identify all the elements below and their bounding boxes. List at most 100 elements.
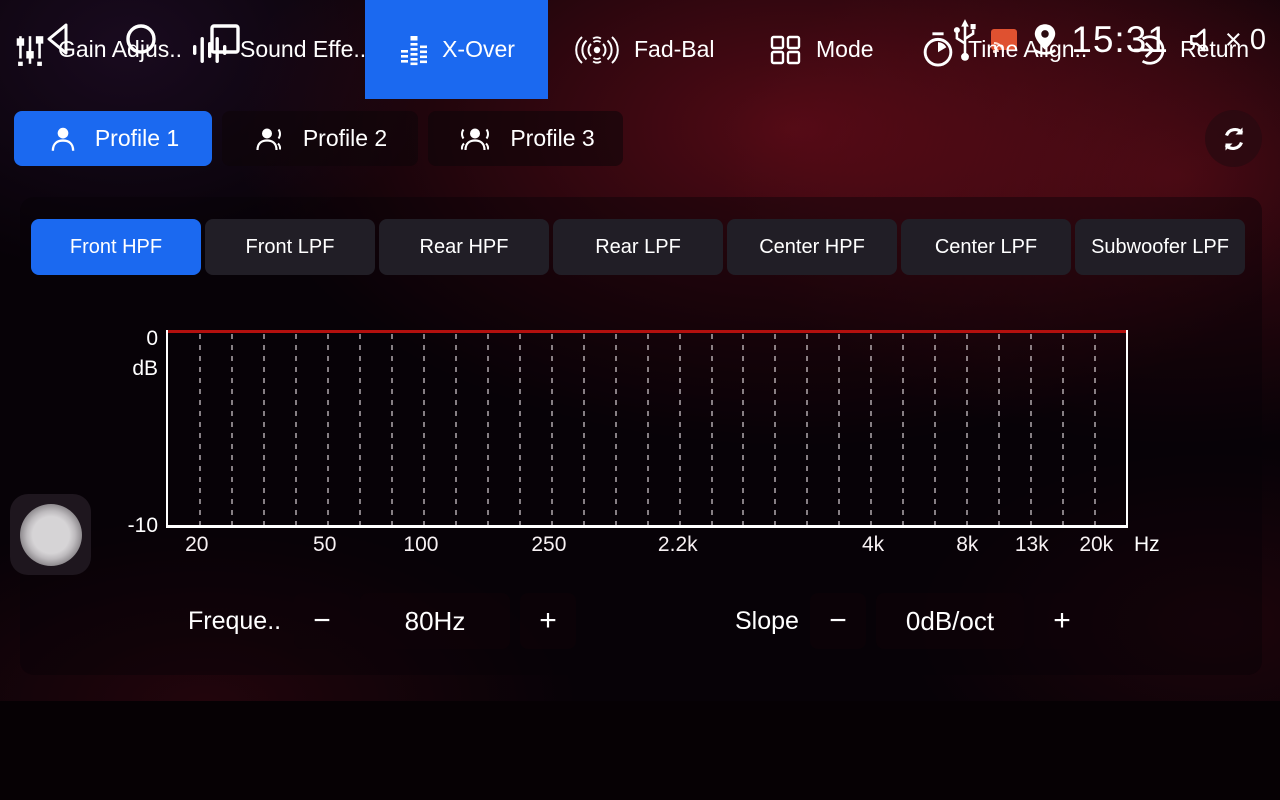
filter-tab-center-hpf[interactable]: Center HPF	[727, 219, 897, 275]
nav-label: Time Align..	[968, 36, 1087, 63]
gridline	[551, 334, 553, 525]
gridline	[679, 334, 681, 525]
gridline	[870, 334, 872, 525]
x-tick-label: 50	[313, 533, 336, 557]
filter-tab-rear-lpf[interactable]: Rear LPF	[553, 219, 723, 275]
gridline	[838, 334, 840, 525]
gridline	[966, 334, 968, 525]
x-axis-labels: 20 50 100 250 2.2k 4k 8k 13k 20k	[166, 533, 1128, 559]
gridline	[391, 334, 393, 525]
x-tick-label: 100	[403, 533, 438, 557]
slope-label: Slope	[735, 593, 799, 649]
y-axis-max-label: 0	[112, 327, 158, 351]
filter-tab-label: Front HPF	[70, 236, 162, 259]
plot-area	[166, 330, 1128, 528]
gridline	[934, 334, 936, 525]
nav-label: Sound Effe..	[240, 36, 366, 63]
gridline	[711, 334, 713, 525]
gridline	[423, 334, 425, 525]
profile-tab-label: Profile 1	[95, 125, 179, 152]
nav-fad-bal[interactable]: Fad-Bal	[572, 0, 715, 99]
response-curve	[168, 330, 1126, 333]
fader-balance-icon	[572, 32, 622, 68]
return-icon	[1132, 32, 1168, 68]
gridline	[742, 334, 744, 525]
x-tick-label: 20	[185, 533, 208, 557]
nav-label: Return	[1180, 36, 1249, 63]
filter-tab-front-hpf[interactable]: Front HPF	[31, 219, 201, 275]
filter-tab-label: Rear HPF	[420, 236, 509, 259]
mode-grid-icon	[768, 32, 804, 68]
x-tick-label: 20k	[1079, 533, 1113, 557]
sync-icon	[1217, 122, 1251, 156]
nav-xover[interactable]: X-Over	[365, 0, 548, 99]
frequency-value: 80Hz	[360, 593, 510, 649]
gridline	[519, 334, 521, 525]
x-tick-label: 4k	[862, 533, 884, 557]
nav-sound-effect[interactable]: Sound Effe..	[192, 0, 366, 99]
frequency-minus-button[interactable]: −	[294, 593, 350, 649]
y-axis-unit-label: dB	[112, 357, 158, 381]
gridline	[806, 334, 808, 525]
gridline	[455, 334, 457, 525]
x-axis-unit-label: Hz	[1134, 533, 1160, 557]
nav-label: X-Over	[442, 36, 515, 63]
x-tick-label: 250	[531, 533, 566, 557]
gain-sliders-icon	[14, 33, 46, 67]
filter-tab-label: Center HPF	[759, 236, 865, 259]
profile-tab-3[interactable]: Profile 3	[428, 111, 623, 166]
gridline	[615, 334, 617, 525]
gridline	[583, 334, 585, 525]
filter-tab-label: Front LPF	[246, 236, 335, 259]
nav-gain-adjust[interactable]: Gain Adjus..	[14, 0, 182, 99]
floating-knob-widget[interactable]	[10, 494, 91, 575]
filter-tab-label: Center LPF	[935, 236, 1037, 259]
nav-label: Mode	[816, 36, 874, 63]
gridline	[327, 334, 329, 525]
filter-tab-label: Subwoofer LPF	[1091, 236, 1229, 259]
frequency-label: Freque..	[188, 593, 281, 649]
gridline	[1062, 334, 1064, 525]
gridline	[647, 334, 649, 525]
gridline	[487, 334, 489, 525]
filter-tab-front-lpf[interactable]: Front LPF	[205, 219, 375, 275]
gridline	[998, 334, 1000, 525]
gridline	[902, 334, 904, 525]
frequency-plus-button[interactable]: +	[520, 593, 576, 649]
nav-return[interactable]: Return	[1132, 0, 1249, 99]
filter-tab-label: Rear LPF	[595, 236, 681, 259]
filter-tab-center-lpf[interactable]: Center LPF	[901, 219, 1071, 275]
nav-label: Gain Adjus..	[58, 36, 182, 63]
profile-tab-label: Profile 2	[303, 125, 387, 152]
filter-tab-rear-hpf[interactable]: Rear HPF	[379, 219, 549, 275]
nav-label: Fad-Bal	[634, 36, 715, 63]
profile-tab-2[interactable]: Profile 2	[222, 111, 418, 166]
y-axis-min-label: -10	[112, 514, 158, 538]
gridline	[263, 334, 265, 525]
gridline	[199, 334, 201, 525]
stopwatch-icon	[920, 31, 956, 69]
nav-mode[interactable]: Mode	[768, 0, 874, 99]
gridline	[1030, 334, 1032, 525]
user-2-icon	[253, 123, 287, 155]
gridline	[1094, 334, 1096, 525]
user-icon	[47, 123, 79, 155]
slope-value: 0dB/oct	[876, 593, 1024, 649]
profile-tab-label: Profile 3	[510, 125, 594, 152]
gridline	[774, 334, 776, 525]
slope-plus-button[interactable]: +	[1034, 593, 1090, 649]
filter-tab-subwoofer-lpf[interactable]: Subwoofer LPF	[1075, 219, 1245, 275]
x-tick-label: 8k	[956, 533, 978, 557]
slope-minus-button[interactable]: −	[810, 593, 866, 649]
sound-wave-icon	[192, 33, 228, 67]
nav-time-align[interactable]: Time Align..	[920, 0, 1087, 99]
x-tick-label: 13k	[1015, 533, 1049, 557]
equalizer-icon	[398, 34, 430, 66]
knob-icon	[20, 504, 82, 566]
gridline	[231, 334, 233, 525]
gridline	[359, 334, 361, 525]
sync-button[interactable]	[1205, 110, 1262, 167]
x-tick-label: 2.2k	[658, 533, 698, 557]
profile-tab-1[interactable]: Profile 1	[14, 111, 212, 166]
user-3-icon	[456, 123, 494, 155]
